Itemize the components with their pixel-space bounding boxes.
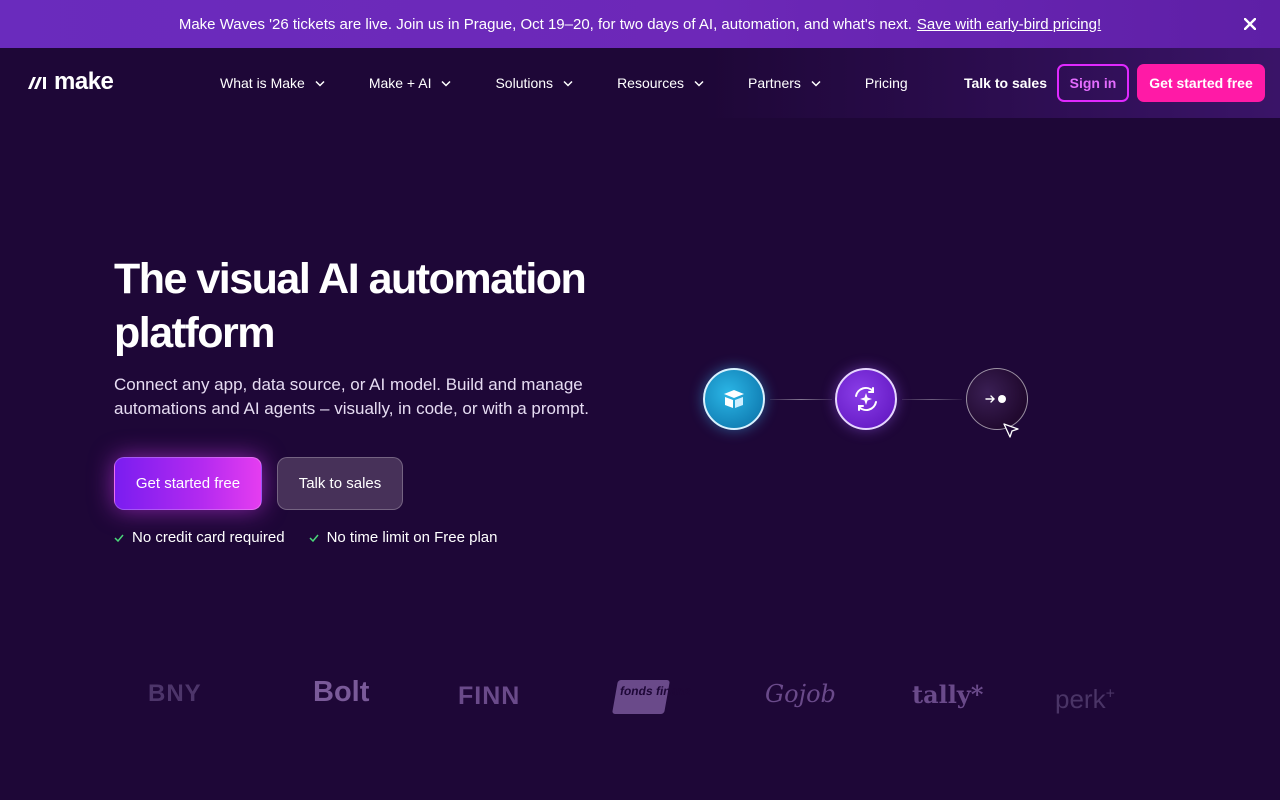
nav-item-pricing[interactable]: Pricing — [865, 75, 908, 91]
get-started-free-button[interactable]: Get started free — [114, 457, 262, 510]
flow-connector — [902, 399, 962, 400]
nav-item-label: Make + AI — [368, 75, 432, 91]
airtable-icon — [724, 390, 744, 408]
perk-item: No credit card required — [114, 529, 285, 546]
bolt-logo: Bolt — [313, 676, 370, 708]
get-started-nav-button[interactable]: Get started free — [1137, 64, 1265, 102]
early-bird-link[interactable]: Save with early-bird pricing! — [917, 16, 1101, 33]
pointer-cursor-icon — [1003, 423, 1019, 438]
perk-label: No credit card required — [132, 529, 285, 546]
nav-item-partners[interactable]: Partners — [748, 75, 821, 91]
announcement-bar: Make Waves '26 tickets are live. Join us… — [0, 0, 1280, 48]
chevron-down-icon — [563, 80, 573, 87]
nav-item-label: Pricing — [864, 75, 908, 91]
nav-actions: Talk to sales Sign in Get started free — [964, 64, 1265, 102]
chevron-down-icon — [441, 80, 451, 87]
talk-to-sales-link[interactable]: Talk to sales — [964, 75, 1047, 91]
check-icon — [114, 534, 124, 542]
perks-list: No credit card required No time limit on… — [114, 529, 497, 546]
nav-item-make-ai[interactable]: Make + AI — [369, 75, 452, 91]
ai-sparkle-icon — [855, 386, 877, 412]
bny-logo: BNY — [148, 680, 202, 707]
sign-in-button[interactable]: Sign in — [1057, 64, 1129, 102]
nav-item-what-is-make[interactable]: What is Make — [220, 75, 325, 91]
nav-item-label: What is Make — [220, 75, 305, 91]
scenario-flow-illustration — [700, 366, 1040, 446]
flow-node-airtable — [703, 368, 765, 430]
perk-logo-plus: + — [1105, 685, 1115, 703]
hero-title: The visual AI automation platform — [114, 255, 587, 357]
chevron-down-icon — [811, 80, 821, 87]
check-icon — [309, 534, 319, 542]
make-logo-wordmark: make — [54, 68, 114, 95]
nav-item-resources[interactable]: Resources — [617, 75, 704, 91]
nav-item-label: Solutions — [495, 75, 554, 91]
perk-label: No time limit on Free plan — [326, 529, 498, 546]
customer-logos-row: BNY Bolt FINN fonds finanz Gojob tally* … — [140, 672, 1140, 722]
nav-item-label: Partners — [747, 75, 801, 91]
arrow-dot-icon — [985, 395, 1006, 403]
nav-item-label: Resources — [617, 75, 684, 91]
fonds-finanz-logo: fonds finanz — [612, 680, 692, 714]
finn-logo: FINN — [458, 682, 521, 710]
perk-logo-text: perk — [1055, 684, 1106, 714]
flow-connector — [770, 399, 832, 400]
hero-subtitle: Connect any app, data source, or AI mode… — [114, 375, 590, 418]
close-icon — [1244, 18, 1256, 30]
nav-item-solutions[interactable]: Solutions — [495, 75, 573, 91]
make-logo-icon — [28, 77, 46, 89]
talk-to-sales-button[interactable]: Talk to sales — [277, 457, 403, 510]
chevron-down-icon — [315, 80, 325, 87]
perk-item: No time limit on Free plan — [309, 529, 498, 546]
perk-logo: perk+ — [1055, 684, 1115, 715]
flow-node-ai — [835, 368, 897, 430]
close-announcement-button[interactable] — [1240, 14, 1260, 34]
tally-logo: tally* — [912, 680, 984, 709]
chevron-down-icon — [694, 80, 704, 87]
make-logo[interactable]: make — [26, 68, 114, 95]
nav-menu: What is Make Make + AI Solutions Resourc… — [220, 48, 908, 118]
main-navbar: make What is Make Make + AI Solutions Re… — [0, 48, 1280, 118]
gojob-logo: Gojob — [765, 680, 836, 708]
announcement-message: Make Waves '26 tickets are live. Join us… — [178, 15, 912, 33]
